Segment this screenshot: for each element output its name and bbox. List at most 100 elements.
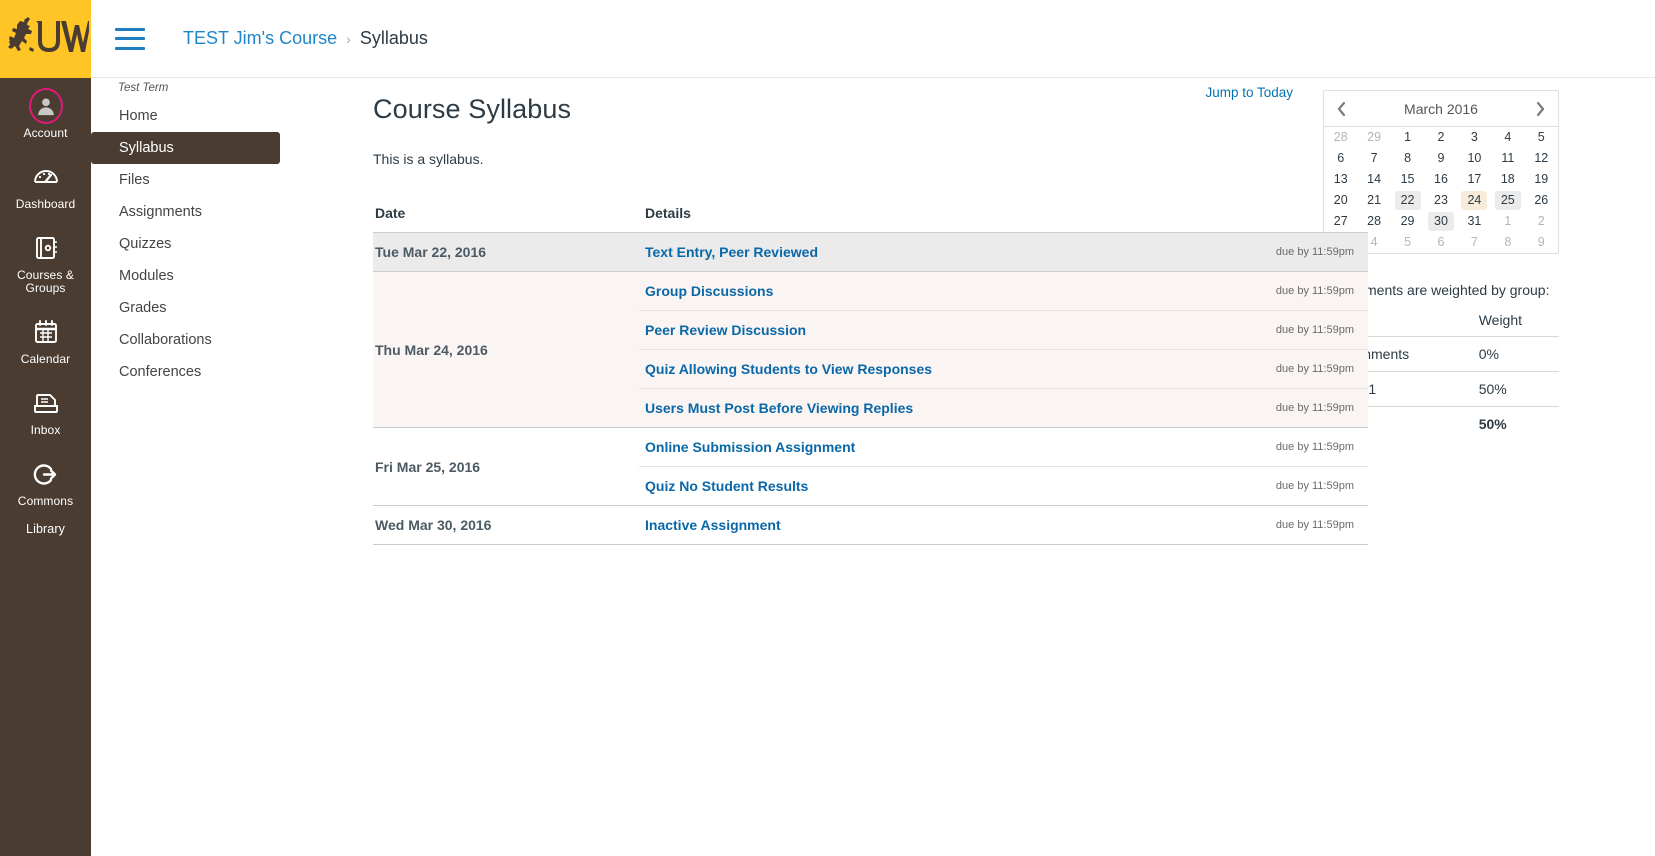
calendar-week-row: 28 29 1 2 3 4 5 — [1324, 127, 1558, 148]
course-nav-item-home[interactable]: Home — [91, 100, 283, 132]
calendar-day[interactable]: 7 — [1357, 148, 1390, 169]
calendar-day[interactable]: 9 — [1424, 148, 1457, 169]
calendar-day[interactable]: 3 — [1458, 127, 1491, 148]
assignment-link[interactable]: Text Entry, Peer Reviewed — [645, 244, 818, 260]
global-nav-item-calendar[interactable]: Calendar — [0, 304, 91, 375]
course-nav-link[interactable]: Syllabus — [91, 132, 280, 164]
jump-to-today-link[interactable]: Jump to Today — [1205, 85, 1293, 100]
calendar-day[interactable]: 12 — [1525, 148, 1558, 169]
syllabus-day-group: Fri Mar 25, 2016 Online Submission Assign… — [373, 427, 1368, 506]
calendar-day[interactable]: 9 — [1525, 232, 1558, 253]
calendar-day[interactable]: 14 — [1357, 169, 1390, 190]
calendar-day[interactable]: 26 — [1525, 190, 1558, 211]
assignment-link[interactable]: Users Must Post Before Viewing Replies — [645, 400, 913, 416]
calendar-day[interactable]: 23 — [1424, 190, 1457, 211]
calendar-week-row: 13 14 15 16 17 18 19 — [1324, 169, 1558, 190]
column-header-due — [1208, 205, 1368, 233]
calendar-day[interactable]: 29 — [1357, 127, 1390, 148]
course-nav-link[interactable]: Files — [91, 164, 283, 196]
global-nav-item-dashboard[interactable]: Dashboard — [0, 149, 91, 220]
calendar-day[interactable]: 28 — [1324, 127, 1357, 148]
global-nav-label: Library — [26, 522, 65, 536]
course-nav-link[interactable]: Home — [91, 100, 283, 132]
calendar-day[interactable]: 5 — [1525, 127, 1558, 148]
calendar-day[interactable]: 17 — [1458, 169, 1491, 190]
table-row: Thu Mar 24, 2016 Group Discussions due by … — [373, 271, 1368, 428]
calendar-day[interactable]: 18 — [1491, 169, 1524, 190]
syllabus-day-group: Tue Mar 22, 2016 Text Entry, Peer Reviewe… — [373, 232, 1368, 272]
global-nav-item-courses-groups[interactable]: Courses & Groups — [0, 220, 91, 304]
course-nav-item-conferences[interactable]: Conferences — [91, 356, 283, 388]
global-nav-item-commons[interactable]: Commons — [0, 446, 91, 517]
course-nav-link[interactable]: Quizzes — [91, 228, 283, 260]
row-details: Peer Review Discussion — [639, 310, 1208, 350]
assignment-link[interactable]: Quiz No Student Results — [645, 478, 808, 494]
global-nav-label: Calendar — [20, 352, 71, 366]
calendar-day[interactable]: 11 — [1491, 148, 1524, 169]
global-nav-item-library[interactable]: Library — [0, 517, 91, 545]
calendar-day[interactable]: 6 — [1324, 148, 1357, 169]
course-nav-item-quizzes[interactable]: Quizzes — [91, 228, 283, 260]
calendar-day[interactable]: 16 — [1424, 169, 1457, 190]
calendar-day[interactable]: 2 — [1525, 211, 1558, 232]
calendar-day[interactable]: 4 — [1491, 127, 1524, 148]
table-row: Fri Mar 25, 2016 Online Submission Assign… — [373, 427, 1368, 506]
course-nav-link[interactable]: Modules — [91, 260, 283, 292]
row-due-date: due by 11:59pm — [1208, 388, 1368, 428]
row-date: Tue Mar 22, 2016 — [373, 232, 639, 272]
calendar-day[interactable]: 30 — [1424, 211, 1457, 232]
calendar-day[interactable]: 1 — [1391, 127, 1424, 148]
hamburger-icon[interactable] — [115, 27, 145, 50]
course-nav-item-collaborations[interactable]: Collaborations — [91, 324, 283, 356]
course-nav-link[interactable]: Assignments — [91, 196, 283, 228]
global-nav-item-inbox[interactable]: Inbox — [0, 375, 91, 446]
calendar-day[interactable]: 8 — [1491, 232, 1524, 253]
syllabus-description: This is a syllabus. — [373, 151, 484, 167]
course-nav-list: Home Syllabus Files Assignments Quizzes … — [91, 100, 283, 388]
row-date: Thu Mar 24, 2016 — [373, 271, 639, 428]
uw-bucking-horse-logo[interactable] — [0, 0, 91, 78]
calendar-day[interactable]: 15 — [1391, 169, 1424, 190]
calendar-day[interactable]: 24 — [1458, 190, 1491, 211]
course-nav-link[interactable]: Conferences — [91, 356, 283, 388]
syllabus-content: Jump to Today Course Syllabus This is a … — [283, 78, 1368, 545]
calendar-day[interactable]: 31 — [1458, 211, 1491, 232]
page-root: Account Dashboard Courses & Groups Calen… — [0, 0, 1655, 856]
assignment-link[interactable]: Inactive Assignment — [645, 517, 781, 533]
calendar-day[interactable]: 8 — [1391, 148, 1424, 169]
assignment-link[interactable]: Group Discussions — [645, 283, 773, 299]
calendar-day[interactable]: 7 — [1458, 232, 1491, 253]
calendar-day[interactable]: 2 — [1424, 127, 1457, 148]
course-nav-item-files[interactable]: Files — [91, 164, 283, 196]
course-nav-link[interactable]: Grades — [91, 292, 283, 324]
row-details: Inactive Assignment — [639, 505, 1208, 544]
assignment-link[interactable]: Quiz Allowing Students to View Responses — [645, 361, 932, 377]
assignment-link[interactable]: Peer Review Discussion — [645, 322, 806, 338]
weights-header-weight: Weight — [1478, 312, 1523, 328]
calendar-day[interactable]: 25 — [1491, 190, 1524, 211]
row-details: Text Entry, Peer Reviewed — [639, 232, 1208, 272]
row-details: Quiz No Student Results — [639, 466, 1208, 506]
calendar-day[interactable]: 29 — [1391, 211, 1424, 232]
course-nav-item-modules[interactable]: Modules — [91, 260, 283, 292]
calendar-day[interactable]: 5 — [1391, 232, 1424, 253]
assignment-link[interactable]: Online Submission Assignment — [645, 439, 855, 455]
global-nav-item-account[interactable]: Account — [0, 78, 91, 149]
global-nav-label: Account — [23, 126, 68, 140]
page-title: Course Syllabus — [373, 94, 572, 124]
calendar-day[interactable]: 22 — [1391, 190, 1424, 211]
calendar-day[interactable]: 1 — [1491, 211, 1524, 232]
row-date: Wed Mar 30, 2016 — [373, 505, 639, 544]
calendar-day[interactable]: 6 — [1424, 232, 1457, 253]
calendar-day[interactable]: 10 — [1458, 148, 1491, 169]
chevron-right-icon[interactable] — [1533, 100, 1548, 118]
calendar-day[interactable]: 13 — [1324, 169, 1357, 190]
chevron-left-icon[interactable] — [1334, 100, 1349, 118]
mini-calendar-header: March 2016 — [1324, 91, 1558, 127]
calendar-day[interactable]: 19 — [1525, 169, 1558, 190]
course-nav-item-grades[interactable]: Grades — [91, 292, 283, 324]
table-bottom-divider — [373, 544, 1368, 545]
course-nav-item-syllabus[interactable]: Syllabus — [91, 132, 283, 164]
course-nav-item-assignments[interactable]: Assignments — [91, 196, 283, 228]
course-nav-link[interactable]: Collaborations — [91, 324, 283, 356]
